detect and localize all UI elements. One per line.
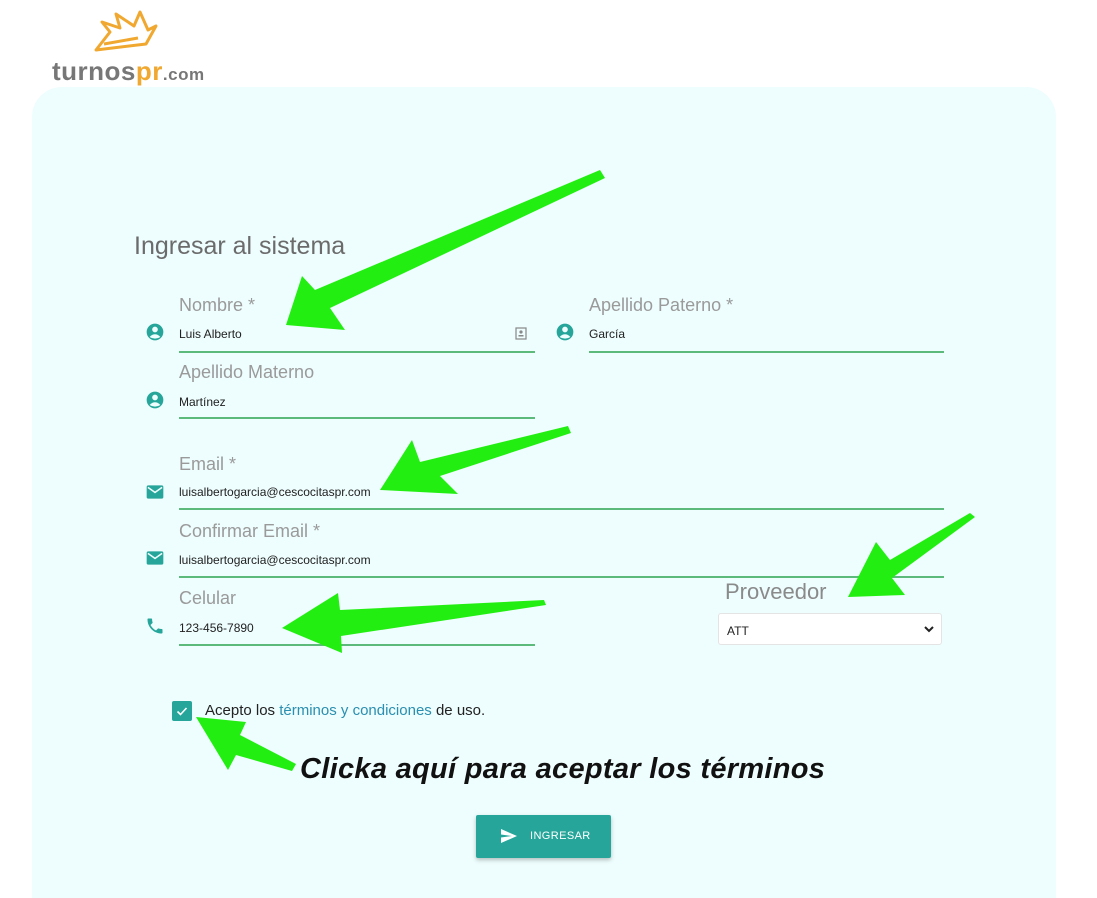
phone-icon bbox=[147, 618, 163, 634]
terms-link[interactable]: términos y condiciones bbox=[279, 702, 432, 719]
ingresar-button[interactable]: INGRESAR bbox=[476, 815, 611, 858]
logo-text-turnos: turnos bbox=[52, 56, 136, 86]
nombre-underline bbox=[179, 351, 535, 353]
logo-wordmark: turnospr.com bbox=[52, 58, 205, 84]
apellido-materno-field[interactable]: Apellido Materno Martínez bbox=[179, 362, 535, 422]
form-title: Ingresar al sistema bbox=[134, 232, 346, 260]
email-field[interactable]: Email * luisalbertogarcia@cescocitaspr.c… bbox=[179, 454, 944, 514]
confirm-email-label: Confirmar Email * bbox=[179, 521, 321, 541]
terms-prefix: Acepto los bbox=[205, 702, 276, 719]
terms-suffix: de uso. bbox=[435, 702, 486, 719]
chevron-down-icon bbox=[924, 626, 934, 633]
email-underline bbox=[179, 508, 944, 510]
annotation-text: Clicka aquí para aceptar los términos bbox=[300, 753, 826, 785]
brand-logo[interactable]: turnospr.com bbox=[50, 8, 220, 84]
proveedor-select[interactable]: ATT bbox=[718, 613, 942, 645]
terms-checkbox[interactable] bbox=[172, 701, 192, 721]
terms-text: Acepto los términos y condiciones de uso… bbox=[205, 702, 485, 719]
logo-text-pr: pr bbox=[135, 56, 163, 86]
confirm-email-value: luisalbertogarcia@cescocitaspr.com bbox=[179, 553, 371, 567]
account-circle-icon bbox=[146, 391, 164, 409]
celular-field[interactable]: Celular 123-456-7890 bbox=[179, 588, 535, 648]
celular-label: Celular bbox=[179, 588, 237, 608]
send-icon bbox=[501, 829, 517, 843]
confirm-email-underline bbox=[179, 576, 944, 578]
celular-value: 123-456-7890 bbox=[179, 621, 254, 635]
apellido-materno-label: Apellido Materno bbox=[179, 362, 315, 382]
logo-mark-icon bbox=[94, 10, 158, 52]
nombre-value: Luis Alberto bbox=[179, 327, 242, 341]
proveedor-label: Proveedor bbox=[725, 579, 827, 604]
logo-text-domain: .com bbox=[162, 65, 205, 84]
celular-underline bbox=[179, 644, 535, 646]
nombre-field[interactable]: Nombre * Luis Alberto bbox=[179, 295, 535, 355]
apellido-paterno-value: García bbox=[589, 327, 626, 341]
email-label: Email * bbox=[179, 454, 237, 474]
check-icon bbox=[176, 707, 188, 716]
confirm-email-field[interactable]: Confirmar Email * luisalbertogarcia@cesc… bbox=[179, 521, 944, 581]
apellido-paterno-label: Apellido Paterno * bbox=[589, 295, 734, 315]
mail-icon bbox=[146, 551, 164, 565]
account-circle-icon bbox=[556, 323, 574, 341]
apellido-materno-value: Martínez bbox=[179, 395, 226, 409]
account-circle-icon bbox=[146, 323, 164, 341]
proveedor-selected-value: ATT bbox=[727, 624, 749, 638]
email-value: luisalbertogarcia@cescocitaspr.com bbox=[179, 485, 371, 499]
ingresar-button-label: INGRESAR bbox=[530, 830, 591, 842]
mail-icon bbox=[146, 485, 164, 499]
nombre-label: Nombre * bbox=[179, 295, 256, 315]
apellido-paterno-field[interactable]: Apellido Paterno * García bbox=[589, 295, 944, 355]
contact-card-icon[interactable] bbox=[515, 327, 527, 340]
apellido-paterno-underline bbox=[589, 351, 944, 353]
apellido-materno-underline bbox=[179, 417, 535, 419]
